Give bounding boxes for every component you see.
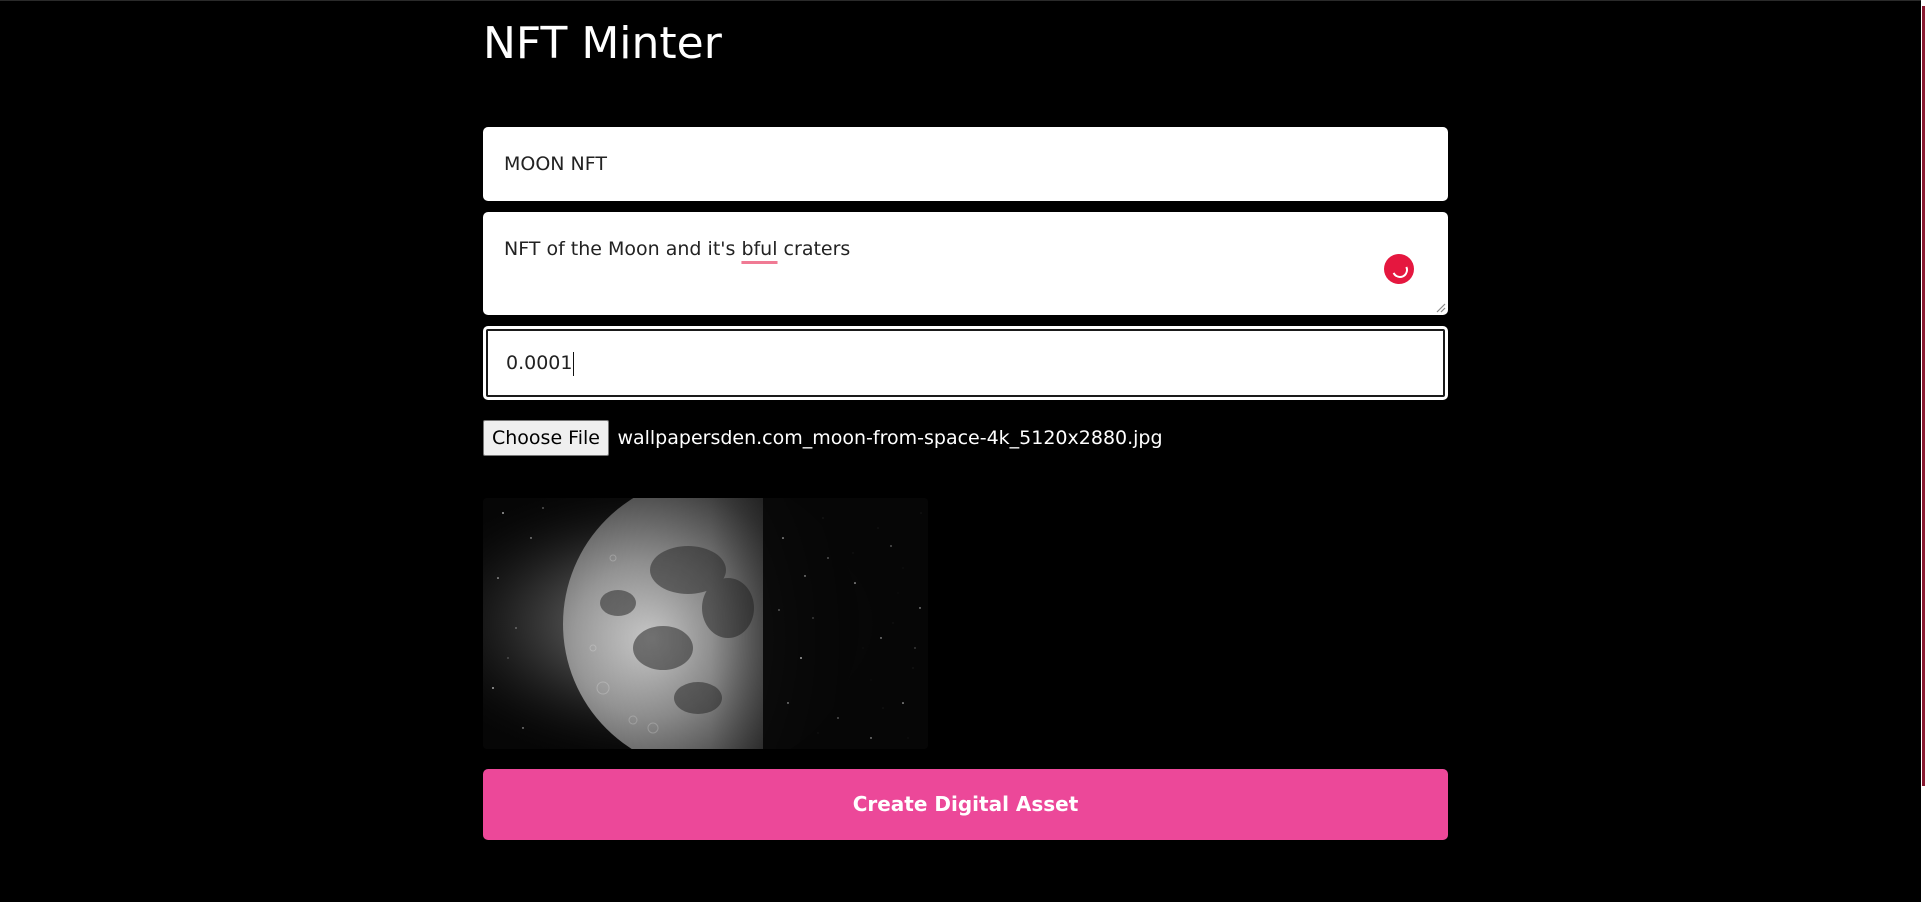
create-digital-asset-button[interactable]: Create Digital Asset — [483, 769, 1448, 840]
asset-name-value: MOON NFT — [504, 153, 607, 175]
description-text-end: craters — [777, 238, 851, 260]
asset-price-value: 0.0001 — [506, 352, 573, 374]
choose-file-button[interactable]: Choose File — [483, 420, 609, 456]
page-title: NFT Minter — [483, 18, 722, 69]
file-upload-row: Choose File wallpapersden.com_moon-from-… — [483, 420, 1163, 458]
app-viewport: NFT Minter MOON NFT NFT of the Moon and … — [0, 0, 1928, 902]
asset-price-input[interactable]: 0.0001 — [483, 326, 1448, 400]
asset-name-input[interactable]: MOON NFT — [483, 127, 1448, 201]
resize-handle-icon[interactable] — [1434, 301, 1446, 313]
spellcheck-flagged-word[interactable]: bful — [741, 238, 777, 260]
text-cursor — [573, 351, 575, 376]
top-divider — [0, 0, 1928, 1]
asset-description-textarea[interactable]: NFT of the Moon and it's bful craters — [483, 212, 1448, 315]
image-preview — [483, 498, 928, 749]
selected-file-name: wallpapersden.com_moon-from-space-4k_512… — [617, 427, 1163, 449]
moon-image — [483, 498, 928, 749]
grammar-checker-icon[interactable] — [1384, 254, 1414, 284]
scrollbar-thumb[interactable] — [1922, 6, 1925, 786]
description-text-start: NFT of the Moon and it's — [504, 238, 742, 260]
